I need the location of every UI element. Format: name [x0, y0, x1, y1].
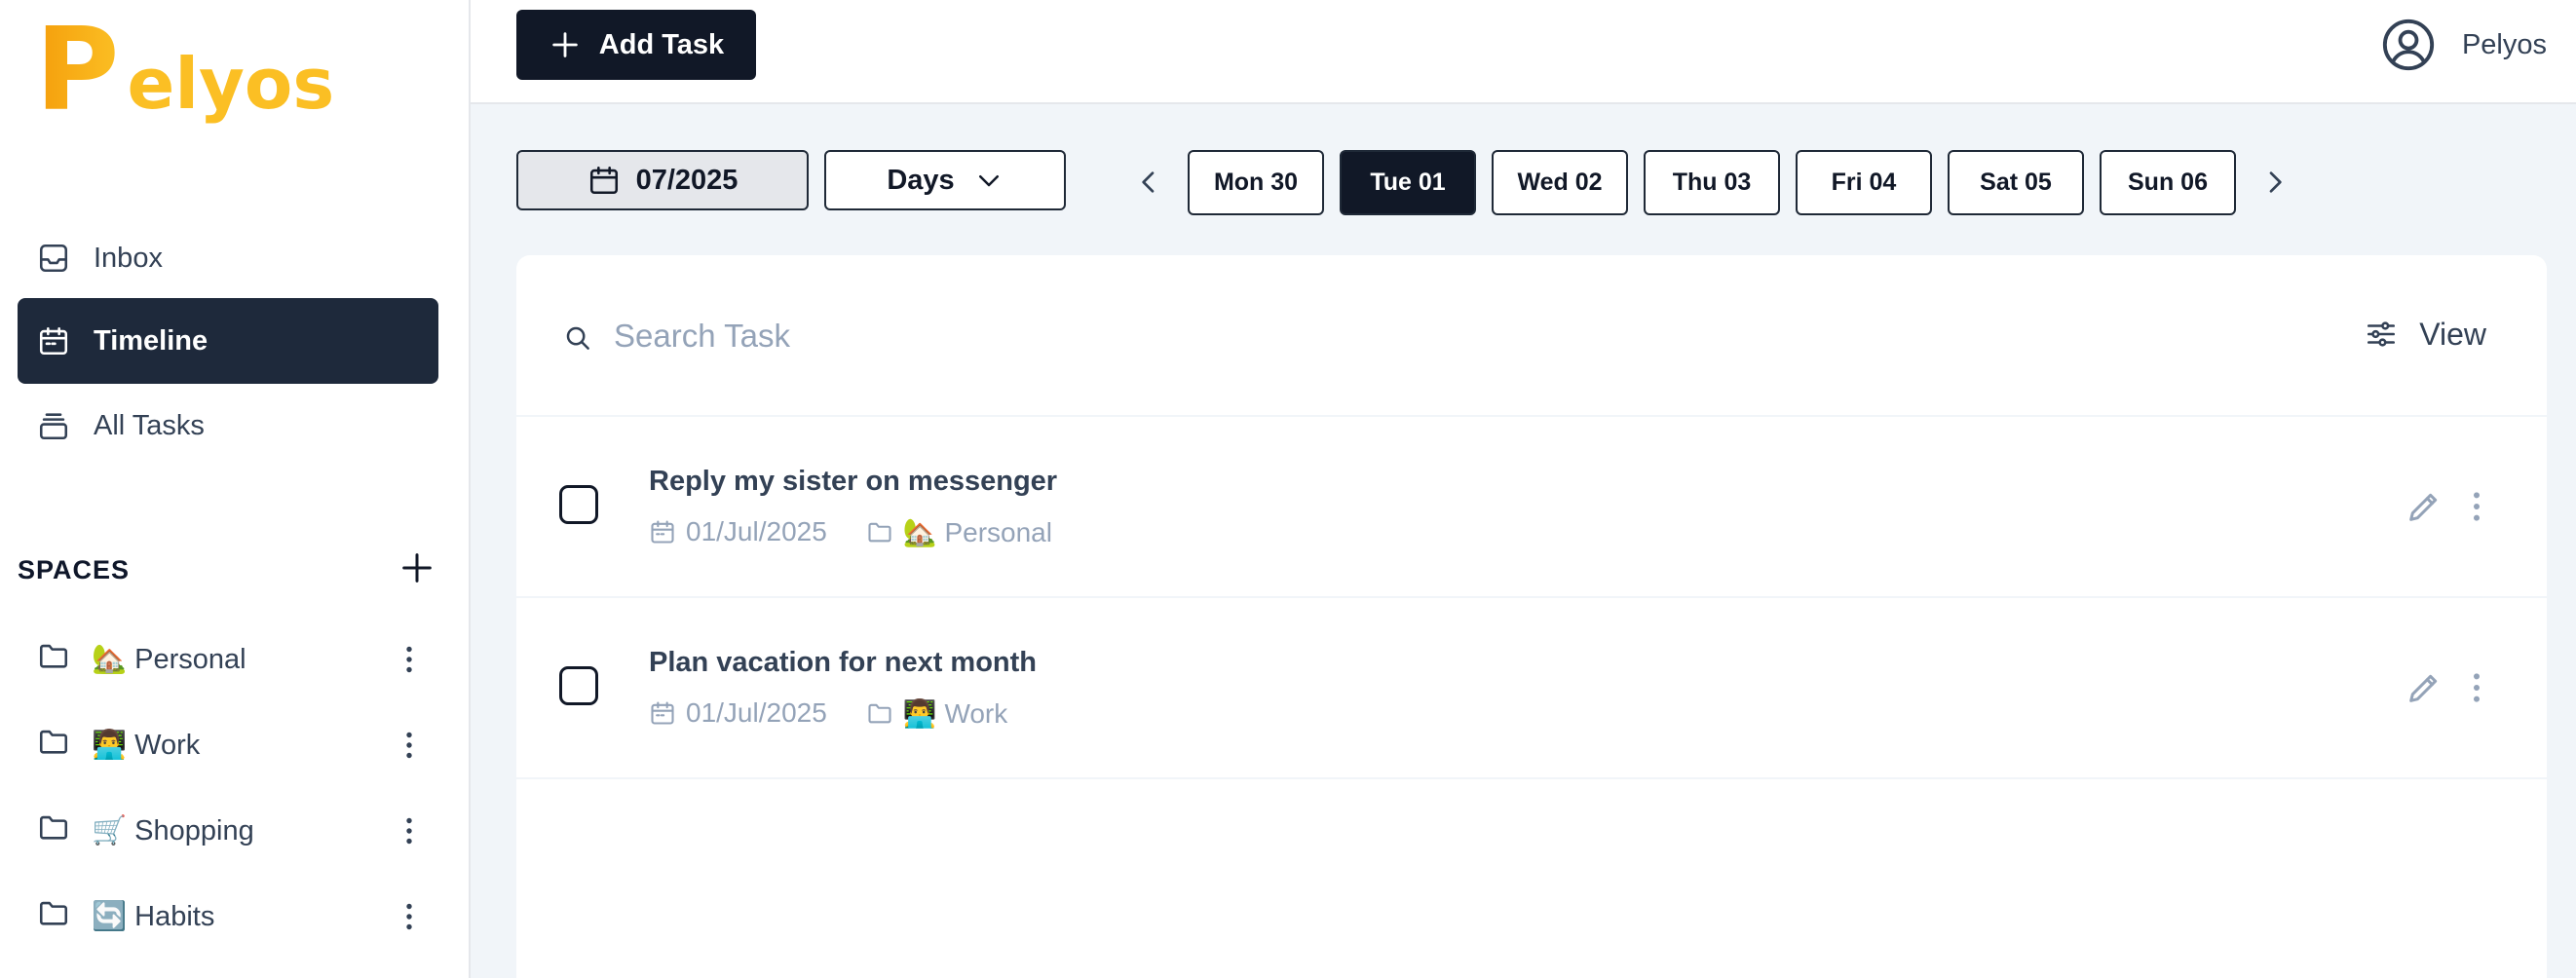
- view-label: View: [2419, 316, 2486, 352]
- user-menu[interactable]: Pelyos: [2380, 16, 2547, 74]
- more-vertical-icon[interactable]: [2457, 487, 2496, 526]
- space-label: 🔄 Habits: [92, 901, 215, 932]
- task-date: 01/Jul/2025: [686, 516, 827, 546]
- logo-letter: P: [35, 2, 120, 136]
- more-vertical-icon: [406, 817, 412, 845]
- more-vertical-icon: [406, 646, 412, 673]
- logo-text: elyos: [127, 43, 335, 125]
- space-more-button[interactable]: [390, 897, 429, 936]
- calendar-icon: [589, 166, 618, 195]
- plus-icon: [402, 552, 432, 583]
- task-space: 👨‍💻 Work: [902, 697, 1008, 729]
- task-space: 🏡 Personal: [902, 516, 1052, 547]
- calendar-icon: [651, 701, 674, 725]
- month-picker[interactable]: 07/2025: [516, 150, 809, 210]
- sidebar-item-label: Inbox: [94, 242, 163, 274]
- task-title: Plan vacation for next month: [649, 647, 1037, 678]
- task-panel: View Reply my sister on messenger 01/Jul…: [516, 255, 2547, 978]
- prev-week-button[interactable]: [1129, 163, 1168, 202]
- sidebar-item-inbox[interactable]: Inbox: [18, 215, 438, 301]
- folder-icon: [39, 815, 68, 840]
- next-week-button[interactable]: [2255, 163, 2294, 202]
- folder-icon: [39, 644, 68, 668]
- search-row: View: [516, 255, 2547, 417]
- folder-icon: [39, 901, 68, 925]
- user-circle-icon: [2382, 19, 2435, 71]
- main-content: 07/2025 Days Mon 30 Tue 01 Wed 02 Thu 03…: [471, 104, 2576, 978]
- inbox-icon: [39, 244, 68, 273]
- view-mode-value: Days: [887, 164, 955, 196]
- chevron-right-icon: [2269, 171, 2282, 193]
- view-mode-select[interactable]: Days: [824, 150, 1066, 210]
- space-item-habits[interactable]: 🔄 Habits: [18, 878, 438, 956]
- day-button[interactable]: Thu 03: [1644, 150, 1780, 215]
- space-label: 👨‍💻 Work: [92, 730, 201, 761]
- space-more-button[interactable]: [390, 811, 429, 850]
- chevron-down-icon: [978, 175, 999, 187]
- month-value: 07/2025: [635, 164, 739, 196]
- task-meta: 01/Jul/2025 👨‍💻 Work: [649, 694, 1007, 733]
- sidebar-item-label: Timeline: [94, 324, 208, 357]
- day-button[interactable]: Sun 06: [2100, 150, 2236, 215]
- task-row[interactable]: Reply my sister on messenger 01/Jul/2025…: [516, 417, 2547, 598]
- more-vertical-icon[interactable]: [2457, 668, 2496, 707]
- day-button[interactable]: Sat 05: [1948, 150, 2084, 215]
- day-button[interactable]: Fri 04: [1796, 150, 1932, 215]
- day-button[interactable]: Wed 02: [1492, 150, 1628, 215]
- more-vertical-icon: [406, 732, 412, 759]
- day-button[interactable]: Mon 30: [1188, 150, 1324, 215]
- task-date: 01/Jul/2025: [686, 697, 827, 728]
- space-more-button[interactable]: [390, 640, 429, 679]
- sidebar-item-timeline[interactable]: Timeline: [18, 298, 438, 384]
- search-input[interactable]: [614, 306, 1978, 366]
- user-name: Pelyos: [2461, 28, 2547, 60]
- top-bar: Add Task Pelyos: [471, 0, 2576, 104]
- day-button-selected[interactable]: Tue 01: [1340, 150, 1476, 215]
- space-label: 🏡 Personal: [92, 644, 246, 675]
- add-task-button[interactable]: Add Task: [516, 10, 756, 80]
- folder-icon: [868, 703, 891, 724]
- space-item-shopping[interactable]: 🛒 Shopping: [18, 792, 438, 870]
- space-item-work[interactable]: 👨‍💻 Work: [18, 706, 438, 784]
- add-space-button[interactable]: [398, 548, 436, 592]
- task-row[interactable]: Plan vacation for next month 01/Jul/2025…: [516, 598, 2547, 779]
- space-more-button[interactable]: [390, 726, 429, 765]
- more-vertical-icon: [406, 903, 412, 930]
- task-title: Reply my sister on messenger: [649, 466, 1058, 497]
- sidebar-item-label: All Tasks: [94, 409, 205, 441]
- calendar-icon: [651, 520, 674, 544]
- stack-icon: [39, 413, 68, 440]
- search-icon: [566, 326, 589, 350]
- add-task-label: Add Task: [598, 28, 725, 60]
- task-checkbox[interactable]: [559, 666, 598, 705]
- calendar-icon: [39, 326, 68, 356]
- task-checkbox[interactable]: [559, 485, 598, 524]
- sidebar-item-all-tasks[interactable]: All Tasks: [18, 383, 438, 469]
- folder-icon: [39, 730, 68, 754]
- folder-icon: [868, 522, 891, 543]
- plus-icon: [552, 32, 578, 57]
- sliders-icon: [2368, 321, 2396, 347]
- view-options-button[interactable]: View: [2365, 310, 2486, 358]
- sidebar: P elyos Inbox Timeline All Tasks SPACES: [0, 0, 471, 978]
- pencil-icon[interactable]: [2405, 487, 2443, 526]
- space-label: 🛒 Shopping: [92, 815, 254, 846]
- pencil-icon[interactable]: [2405, 668, 2443, 707]
- spaces-header: SPACES: [18, 545, 436, 594]
- brand-logo[interactable]: P elyos: [35, 12, 335, 127]
- spaces-title: SPACES: [18, 554, 131, 584]
- space-item-personal[interactable]: 🏡 Personal: [18, 621, 438, 698]
- task-meta: 01/Jul/2025 🏡 Personal: [649, 512, 1052, 551]
- chevron-left-icon: [1142, 171, 1155, 193]
